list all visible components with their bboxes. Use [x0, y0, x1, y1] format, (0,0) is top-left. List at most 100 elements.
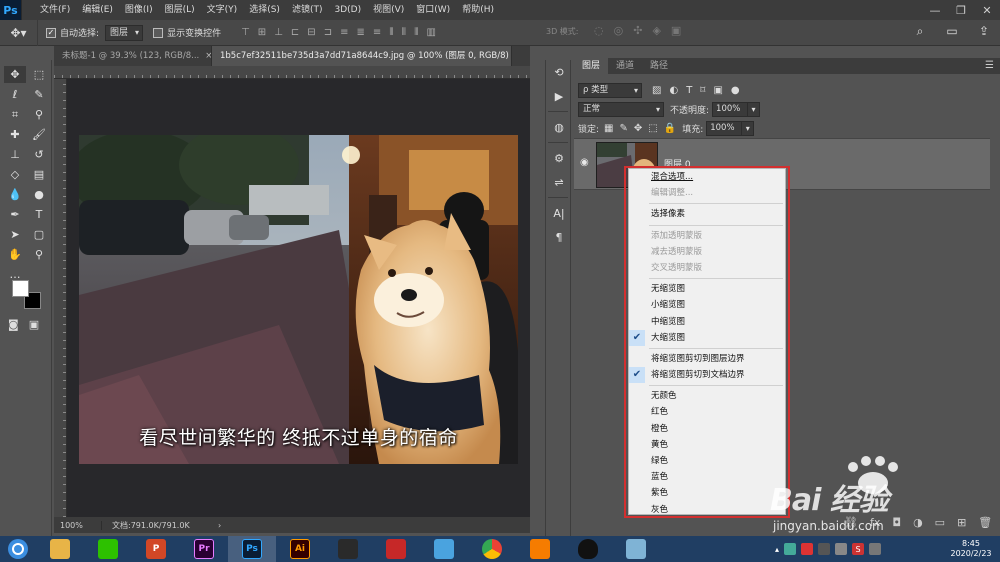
start-button[interactable] — [0, 536, 36, 562]
context-menu-item[interactable]: 混合选项... — [629, 169, 785, 185]
tray-volume-icon[interactable] — [835, 543, 848, 555]
lock-image-icon[interactable]: ✎ — [620, 123, 628, 134]
healing-brush-tool-icon[interactable]: ✚ — [4, 126, 26, 143]
rectangle-tool-icon[interactable]: ▢ — [28, 226, 50, 243]
pen-tool-icon[interactable]: ✒ — [4, 206, 26, 223]
filter-type-icon[interactable]: T — [686, 85, 692, 96]
align-center-icon[interactable]: ⊟ — [307, 27, 315, 38]
properties-icon[interactable]: ⚙ — [546, 146, 572, 170]
auto-align-icon[interactable]: ▥ — [426, 27, 435, 38]
context-menu-item[interactable]: 无缩览图 — [629, 281, 785, 297]
3d-pan-icon[interactable]: ✣ — [633, 24, 642, 37]
actions-icon[interactable]: ▶ — [546, 84, 572, 108]
align-middle-icon[interactable]: ⊞ — [258, 27, 266, 38]
tray-ime-icon[interactable]: S — [852, 543, 865, 555]
context-menu-item[interactable]: 小缩览图 — [629, 297, 785, 313]
context-menu-item[interactable]: 蓝色 — [629, 469, 785, 485]
taskbar-app[interactable] — [36, 536, 84, 562]
type-tool-icon[interactable]: T — [28, 206, 50, 223]
opacity-input[interactable]: 100% — [712, 101, 749, 117]
taskbar-app[interactable] — [84, 536, 132, 562]
tab-channels[interactable]: 通道 — [608, 58, 642, 74]
menu-item[interactable]: 视图(V) — [367, 0, 410, 20]
taskbar-app[interactable] — [468, 536, 516, 562]
hand-tool-icon[interactable]: ✋ — [4, 246, 26, 263]
lock-position-icon[interactable]: ✥ — [634, 123, 642, 134]
3d-slide-icon[interactable]: ◈ — [652, 24, 660, 37]
move-tool-preset-icon[interactable]: ✥▾ — [0, 19, 38, 46]
taskbar-app[interactable] — [372, 536, 420, 562]
menu-item[interactable]: 图层(L) — [159, 0, 201, 20]
context-menu-item[interactable]: ✔ 将缩览图剪切到文档边界 — [629, 367, 785, 384]
distribute-right-icon[interactable]: ⦀ — [414, 27, 418, 38]
menu-item[interactable]: 文件(F) — [34, 0, 76, 20]
lock-transparent-icon[interactable]: ▦ — [604, 123, 613, 134]
search-icon[interactable]: ⌕ — [912, 24, 928, 39]
filter-toggle-icon[interactable]: ● — [731, 85, 740, 96]
visibility-eye-icon[interactable]: ◉ — [580, 157, 589, 168]
panel-menu-icon[interactable]: ☰ — [985, 60, 994, 71]
context-menu-item[interactable]: 将缩览图剪切到图层边界 — [629, 351, 785, 367]
context-menu-item[interactable]: 无颜色 — [629, 388, 785, 404]
adjustments-icon[interactable]: ⇌ — [546, 170, 572, 194]
close-icon[interactable]: ✕ — [974, 0, 1000, 20]
context-menu-item[interactable]: 绿色 — [629, 453, 785, 469]
tab-layers[interactable]: 图层 — [574, 58, 609, 74]
character-icon[interactable]: A| — [546, 201, 572, 225]
menu-item[interactable]: 滤镜(T) — [286, 0, 329, 20]
quick-mask-icon[interactable]: ◙ — [8, 318, 19, 331]
context-menu-item[interactable]: 黄色 — [629, 437, 785, 453]
taskbar-app[interactable]: Pr — [180, 536, 228, 562]
align-left-icon[interactable]: ⊏ — [291, 27, 299, 38]
filter-adjustment-icon[interactable]: ◐ — [669, 85, 678, 96]
context-menu-item[interactable]: 灰色 — [629, 502, 785, 518]
taskbar-app[interactable] — [612, 536, 660, 562]
canvas-area[interactable]: 看尽世间繁华的 终抵不过单身的宿命 — [67, 79, 530, 517]
tab-paths[interactable]: 路径 — [642, 58, 676, 74]
menu-item[interactable]: 编辑(E) — [76, 0, 119, 20]
marquee-tool-icon[interactable]: ⬚ — [28, 66, 50, 83]
align-right-icon[interactable]: ⊐ — [324, 27, 332, 38]
context-menu-item[interactable]: 中缩览图 — [629, 314, 785, 330]
tray-network-icon[interactable] — [784, 543, 797, 555]
align-top-icon[interactable]: ⊤ — [241, 27, 250, 38]
workspace-icon[interactable]: ▭ — [944, 24, 960, 39]
history-brush-tool-icon[interactable]: ↺ — [28, 146, 50, 163]
3d-scale-icon[interactable]: ▣ — [671, 24, 681, 37]
tray-app-icon[interactable] — [818, 543, 831, 555]
menu-item[interactable]: 图像(I) — [119, 0, 159, 20]
menu-item[interactable]: 选择(S) — [243, 0, 286, 20]
context-menu-item[interactable]: 紫色 — [629, 485, 785, 501]
taskbar-app[interactable]: Ps — [228, 536, 276, 562]
distribute-top-icon[interactable]: ≡ — [340, 27, 348, 38]
taskbar-app[interactable] — [564, 536, 612, 562]
zoom-level[interactable]: 100% — [54, 520, 102, 530]
share-icon[interactable]: ⇪ — [976, 24, 992, 39]
filter-pixel-icon[interactable]: ▨ — [652, 85, 661, 96]
blur-tool-icon[interactable]: 💧 — [4, 186, 26, 203]
fill-dropdown-icon[interactable]: ▾ — [742, 120, 755, 136]
paragraph-icon[interactable]: ¶ — [546, 225, 572, 249]
restore-icon[interactable]: ❐ — [948, 0, 974, 20]
3d-orbit-icon[interactable]: ◌ — [594, 24, 604, 37]
filter-smart-icon[interactable]: ▣ — [713, 85, 722, 96]
quick-select-tool-icon[interactable]: ✎ — [28, 86, 50, 103]
tab-untitled[interactable]: 未标题-1 @ 39.3% (123, RGB/8... × — [54, 46, 212, 66]
eyedropper-tool-icon[interactable]: ⚲ — [28, 106, 50, 123]
foreground-color-swatch[interactable] — [12, 280, 29, 297]
auto-select-checkbox[interactable]: ✓ — [46, 27, 56, 38]
status-menu-icon[interactable]: › — [218, 521, 221, 530]
taskbar-app[interactable] — [420, 536, 468, 562]
document-image[interactable]: 看尽世间繁华的 终抵不过单身的宿命 — [79, 135, 518, 464]
tray-keyboard-icon[interactable] — [869, 543, 882, 555]
distribute-center-icon[interactable]: ⦀ — [402, 27, 406, 38]
crop-tool-icon[interactable]: ⌗ — [4, 106, 26, 123]
context-menu-item[interactable]: 选择像素 — [629, 206, 785, 222]
clone-stamp-tool-icon[interactable]: ⊥ — [4, 146, 26, 163]
distribute-middle-icon[interactable]: ≣ — [356, 27, 364, 38]
auto-select-dropdown[interactable]: 图层 — [105, 24, 144, 41]
screen-mode-icon[interactable]: ▣ — [29, 318, 39, 331]
lock-all-icon[interactable]: 🔒 — [664, 123, 676, 134]
gradient-tool-icon[interactable]: ▤ — [28, 166, 50, 183]
distribute-bottom-icon[interactable]: ≡ — [373, 27, 381, 38]
